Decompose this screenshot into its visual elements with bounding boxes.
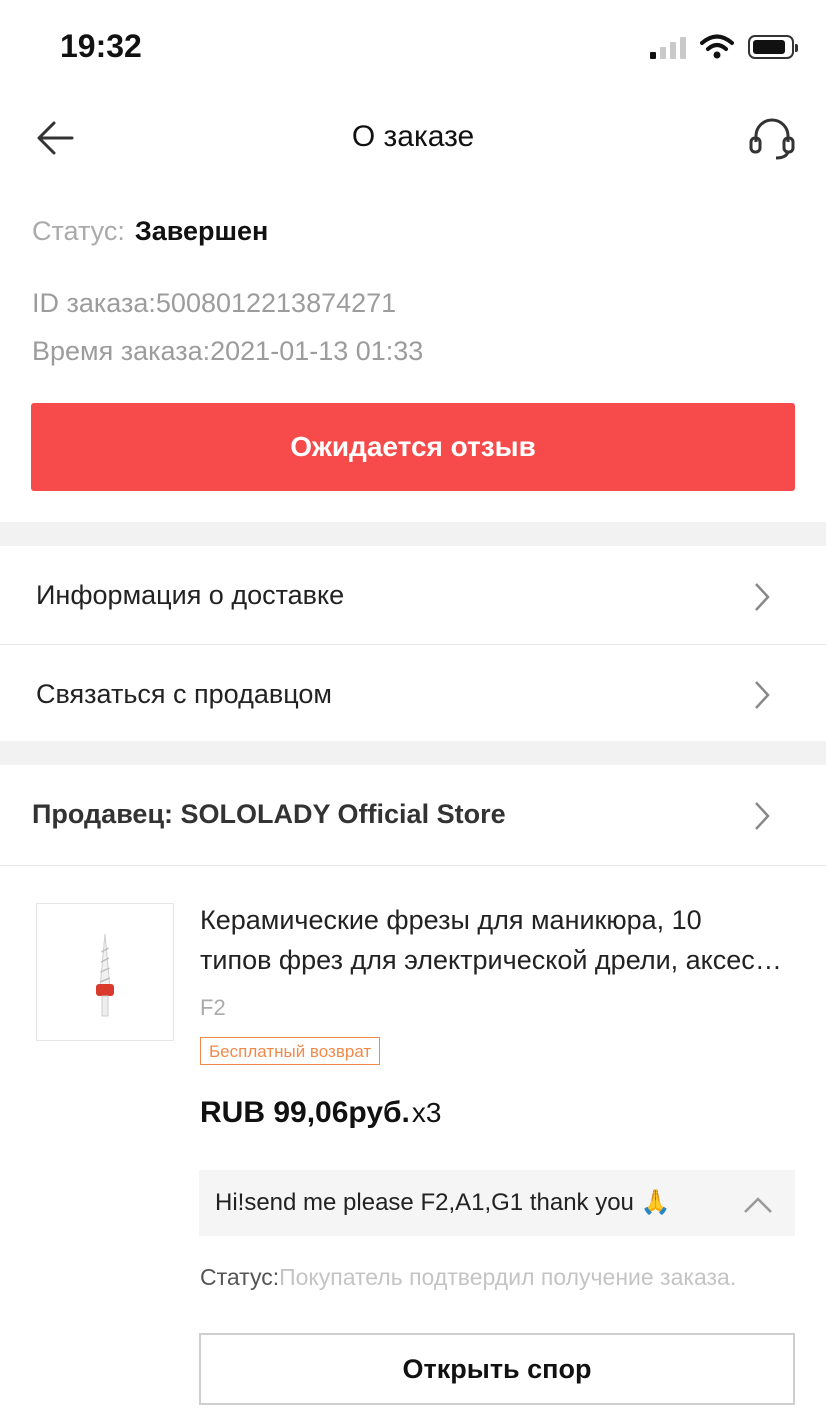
order-status-value: Завершен <box>134 216 269 246</box>
wifi-icon <box>700 34 734 59</box>
contact-seller-label: Связаться с продавцом <box>36 679 332 709</box>
order-status: Статус: Завершен <box>32 216 268 247</box>
chevron-right-icon <box>755 681 770 709</box>
item-status: Статус:Покупатель подтвердил получение з… <box>200 1264 736 1291</box>
top-app-bar: О заказе <box>0 96 826 184</box>
section-separator <box>0 741 826 765</box>
status-time: 19:32 <box>60 28 142 64</box>
headset-icon[interactable] <box>748 116 796 162</box>
page-title: О заказе <box>351 120 475 153</box>
section-separator <box>0 522 826 546</box>
product-title-line-1: Керамические фрезы для маникюра, 10 <box>200 905 702 935</box>
open-dispute-button[interactable]: Открыть спор <box>199 1333 795 1405</box>
status-icons <box>650 34 798 60</box>
product-image[interactable] <box>36 903 174 1041</box>
awaiting-review-button[interactable]: Ожидается отзыв <box>31 403 795 491</box>
product-title-line-2: типов фрез для электрической дрели, аксе… <box>200 945 795 975</box>
chevron-up-icon[interactable] <box>743 1196 773 1214</box>
signal-icon <box>650 35 686 59</box>
delivery-info-row[interactable]: Информация о доставке <box>0 546 826 644</box>
seller-row[interactable]: Продавец: SOLOLADY Official Store <box>0 765 826 865</box>
product-title[interactable]: Керамические фрезы для маникюра, 10 типо… <box>200 900 800 980</box>
status-bar: 19:32 <box>0 0 826 96</box>
order-id: ID заказа:5008012213874271 <box>32 288 397 318</box>
contact-seller-row[interactable]: Связаться с продавцом <box>0 645 826 741</box>
quantity: x3 <box>411 1097 442 1128</box>
seller-name: Продавец: SOLOLADY Official Store <box>32 799 506 829</box>
buyer-note-text: Hi!send me please F2,A1,G1 thank you 🙏 <box>215 1189 671 1216</box>
divider <box>0 865 826 866</box>
order-status-label: Статус: <box>32 216 125 246</box>
order-time: Время заказа:2021-01-13 01:33 <box>32 336 424 366</box>
product-price: RUB 99,06руб.x3 <box>200 1096 441 1130</box>
product-sku: F2 <box>200 995 226 1020</box>
battery-icon <box>748 35 798 59</box>
nail-drill-bit-image <box>96 933 114 1017</box>
item-status-value: Покупатель подтвердил получение заказа. <box>279 1264 737 1290</box>
item-status-label: Статус: <box>200 1264 280 1290</box>
price-value: RUB 99,06руб. <box>200 1096 410 1129</box>
free-return-badge: Бесплатный возврат <box>200 1037 381 1065</box>
chevron-right-icon <box>755 583 770 611</box>
buyer-note[interactable]: Hi!send me please F2,A1,G1 thank you 🙏 <box>199 1170 795 1236</box>
chevron-right-icon <box>755 802 770 830</box>
delivery-info-label: Информация о доставке <box>36 580 345 610</box>
